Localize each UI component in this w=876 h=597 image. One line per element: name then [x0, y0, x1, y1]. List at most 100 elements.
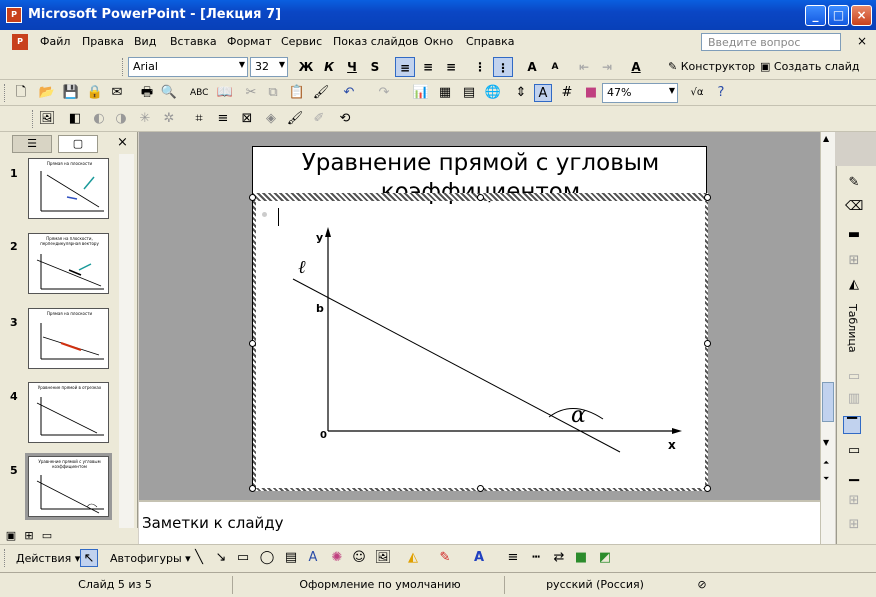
align-top-icon[interactable]: ▔ — [843, 416, 861, 434]
line-style-icon[interactable]: ≡ — [214, 110, 232, 128]
next-slide-icon[interactable]: ⏷ — [823, 474, 829, 484]
distribute-rows-icon[interactable]: ⊞ — [845, 492, 863, 510]
cut-icon[interactable]: ✂ — [242, 84, 260, 102]
tables-borders-icon[interactable]: ▤ — [460, 84, 478, 102]
brightness-less-icon[interactable]: ✲ — [160, 110, 178, 128]
set-transparent-icon[interactable]: ✐ — [310, 110, 328, 128]
tab-slides[interactable]: ▢ — [58, 135, 98, 153]
new-icon[interactable]: 🗋 — [12, 84, 30, 102]
menu-window[interactable]: Окно — [424, 35, 453, 48]
recolor-icon[interactable]: ◈ — [262, 110, 280, 128]
3d-style-icon[interactable]: ◩ — [596, 549, 614, 567]
toolbar-grip[interactable] — [4, 84, 7, 102]
save-icon[interactable]: 💾 — [62, 84, 80, 102]
slide-scrollbar[interactable]: ▲ ▼ ⏶ ⏷ — [820, 132, 835, 544]
minimize-button[interactable]: _ — [805, 5, 826, 26]
insert-picture-icon[interactable]: 🖼 — [38, 110, 56, 128]
brightness-icon[interactable]: ◑ — [112, 110, 130, 128]
ask-question-input[interactable]: Введите вопрос — [701, 33, 841, 51]
menu-edit[interactable]: Правка — [82, 35, 124, 48]
insert-chart-icon[interactable]: 📊 — [412, 84, 430, 102]
arrow-style-icon[interactable]: ⇄ — [550, 549, 568, 567]
paste-icon[interactable]: 📋 — [288, 84, 306, 102]
close-button[interactable]: × — [851, 5, 872, 26]
increase-indent-button[interactable]: ⇥ — [597, 57, 617, 77]
resize-handle[interactable] — [249, 194, 256, 201]
email-icon[interactable]: ✉ — [108, 84, 126, 102]
italic-button[interactable]: К — [319, 57, 339, 77]
line-color-icon[interactable]: ✎ — [436, 549, 454, 567]
increase-font-button[interactable]: A — [522, 57, 542, 77]
designer-button[interactable]: ✎ Конструктор — [668, 60, 755, 73]
insert-table-icon[interactable]: ▦ — [436, 84, 454, 102]
resize-handle[interactable] — [704, 194, 711, 201]
resize-handle[interactable] — [477, 194, 484, 201]
show-formatting-icon[interactable]: A — [534, 84, 552, 102]
new-slide-button[interactable]: ▣ Создать слайд — [760, 60, 859, 73]
open-icon[interactable]: 📂 — [38, 84, 56, 102]
copy-icon[interactable]: ⧉ — [264, 84, 282, 102]
distribute-columns-icon[interactable]: ⊞ — [845, 516, 863, 534]
menu-format[interactable]: Формат — [227, 35, 272, 48]
bullets-button[interactable]: ⋮ — [493, 57, 513, 77]
resize-handle[interactable] — [249, 340, 256, 347]
pane-scrollbar[interactable] — [119, 154, 134, 532]
merge-cells-icon[interactable]: ▭ — [845, 368, 863, 386]
eraser-icon[interactable]: ⌫ — [845, 198, 863, 216]
expand-icon[interactable]: ⇕ — [512, 84, 530, 102]
help-icon[interactable]: ? — [712, 84, 730, 102]
menu-tools[interactable]: Сервис — [281, 35, 322, 48]
shadow-style-icon[interactable]: ■ — [572, 549, 590, 567]
draw-table-icon[interactable]: ✎ — [845, 174, 863, 192]
picture-icon[interactable]: 🖼 — [374, 549, 392, 567]
decrease-indent-button[interactable]: ⇤ — [574, 57, 594, 77]
menu-file[interactable]: Файл — [40, 35, 70, 48]
notes-pane[interactable]: Заметки к слайду — [139, 500, 820, 544]
resize-handle[interactable] — [477, 485, 484, 492]
close-pane-icon[interactable]: × — [117, 135, 128, 150]
wordart-icon[interactable]: A — [304, 549, 322, 567]
slide-thumbnail-3[interactable]: Прямая на плоскости — [28, 308, 109, 369]
scroll-up-icon[interactable]: ▲ — [823, 134, 829, 143]
crop-icon[interactable]: ⌗ — [190, 110, 208, 128]
decrease-font-button[interactable]: A — [545, 57, 565, 77]
slideshow-icon[interactable]: ▭ — [38, 527, 56, 545]
slide-thumbnail-4[interactable]: Уравнение прямой в отрезках — [28, 382, 109, 443]
line-tool-icon[interactable]: ╲ — [190, 549, 208, 567]
menu-insert[interactable]: Вставка — [170, 35, 217, 48]
reset-picture-icon[interactable]: ⟲ — [336, 110, 354, 128]
numbering-button[interactable]: ⋮ — [470, 57, 490, 77]
resize-handle[interactable] — [249, 485, 256, 492]
font-size-select[interactable]: 32 ▼ — [250, 57, 288, 77]
resize-handle[interactable] — [704, 340, 711, 347]
align-right-button[interactable]: ≡ — [441, 57, 461, 77]
color-grayscale-icon[interactable]: ■ — [582, 84, 600, 102]
underline-button[interactable]: Ч — [342, 57, 362, 77]
slide-sorter-icon[interactable]: ⊞ — [20, 527, 38, 545]
slide-thumbnail-1[interactable]: Прямая на плоскости — [28, 158, 109, 219]
format-painter-icon[interactable]: 🖌 — [312, 84, 330, 102]
powerpoint-icon[interactable]: P — [6, 7, 22, 23]
table-menu-button[interactable]: Таблица — [846, 304, 859, 353]
fill-color-icon[interactable]: ◭ — [845, 276, 863, 294]
toolbar-grip[interactable] — [122, 58, 125, 76]
textbox-tool-icon[interactable]: ▤ — [282, 549, 300, 567]
menu-view[interactable]: Вид — [134, 35, 156, 48]
print-icon[interactable]: 🖶 — [138, 84, 156, 102]
brightness-more-icon[interactable]: ✳ — [136, 110, 154, 128]
rectangle-tool-icon[interactable]: ▭ — [234, 549, 252, 567]
resize-handle[interactable] — [704, 485, 711, 492]
spelling-icon[interactable]: ABC — [190, 84, 208, 102]
font-color-button[interactable]: A — [626, 57, 646, 77]
arrow-tool-icon[interactable]: ↘ — [212, 549, 230, 567]
font-name-select[interactable]: Arial ▼ — [128, 57, 248, 77]
select-objects-icon[interactable]: ↖ — [80, 549, 98, 567]
scroll-thumb[interactable] — [822, 382, 834, 422]
diagram-icon[interactable]: ✺ — [328, 549, 346, 567]
border-color-icon[interactable]: ▬ — [845, 226, 863, 244]
bold-button[interactable]: Ж — [296, 57, 316, 77]
equation-icon[interactable]: √α — [688, 84, 706, 102]
insert-hyperlink-icon[interactable]: 🌐 — [484, 84, 502, 102]
menu-slideshow[interactable]: Показ слайдов — [333, 35, 419, 48]
align-left-button[interactable]: ≡ — [395, 57, 415, 77]
